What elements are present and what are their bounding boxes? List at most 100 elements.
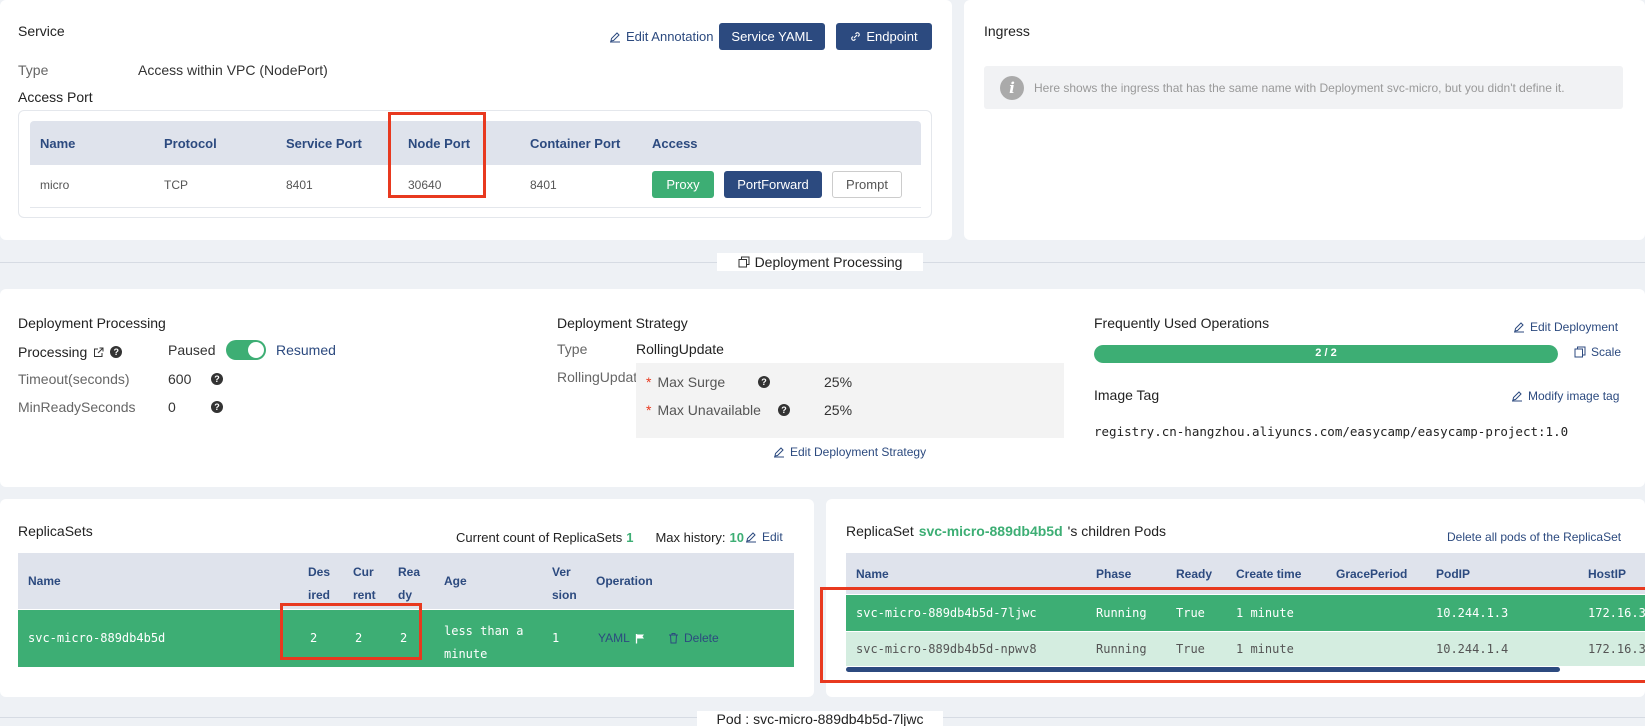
pod-col-name: Name [856, 567, 889, 581]
progress-text: 2 / 2 [1315, 347, 1337, 359]
rs-cell-name: svc-micro-889db4b5d [28, 631, 166, 645]
pause-toggle[interactable] [226, 340, 266, 360]
replicasets-card: ReplicaSets Current count of ReplicaSets… [0, 499, 814, 697]
col-access: Access [652, 136, 698, 151]
endpoint-button[interactable]: Endpoint [836, 23, 932, 50]
external-link-icon[interactable] [93, 347, 104, 358]
minready-value: 0 [168, 399, 176, 415]
rs-col-ready: Rea dy [398, 565, 421, 602]
row-divider [30, 207, 921, 208]
pods-card: ReplicaSet svc-micro-889db4b5d 's childr… [820, 499, 1645, 697]
ingress-card: Ingress i Here shows the ingress that ha… [964, 0, 1645, 240]
proxy-button[interactable]: Proxy [652, 171, 714, 198]
type-label: Type [18, 62, 49, 78]
rs-cell-age: less than a minute [444, 624, 524, 661]
rs-delete-link[interactable]: Delete [668, 631, 719, 645]
strategy-type-label: Type [557, 341, 588, 357]
ingress-info-text: Here shows the ingress that has the same… [1034, 80, 1565, 95]
node-port-highlight [388, 112, 486, 198]
replicasets-summary: Current count of ReplicaSets 1 Max histo… [456, 530, 744, 545]
rs-col-desired: Des ired [308, 565, 331, 602]
help-icon[interactable]: ? [211, 401, 223, 413]
replica-progress: 2 / 2 [1094, 345, 1558, 363]
rs-col-name: Name [28, 574, 61, 588]
edit-strategy-link[interactable]: Edit Deployment Strategy [773, 445, 926, 459]
edit-icon [745, 531, 757, 543]
col-service-port: Service Port [286, 136, 362, 151]
replicasets-title: ReplicaSets [18, 523, 93, 539]
edit-icon [609, 31, 621, 43]
cell-service-port: 8401 [286, 178, 313, 192]
help-icon[interactable]: ? [778, 404, 790, 416]
delete-all-pods-link[interactable]: Delete all pods of the ReplicaSet [1447, 530, 1621, 544]
max-surge-row: * Max Surge [646, 374, 726, 390]
cell-name: micro [40, 178, 70, 192]
copy-icon [738, 256, 750, 268]
service-card: Service Edit Annotation Service YAML End… [0, 0, 952, 240]
pods-highlight [820, 587, 1645, 683]
pods-title: ReplicaSet svc-micro-889db4b5d 's childr… [846, 523, 1167, 539]
timeout-label: Timeout(seconds) [18, 371, 130, 387]
modify-image-link[interactable]: Modify image tag [1511, 389, 1619, 403]
processing-label-row: Processing ? [18, 344, 123, 360]
ingress-title: Ingress [984, 23, 1030, 39]
pod-col-grace-period: GracePeriod [1336, 567, 1408, 581]
pod-col-phase: Phase [1096, 567, 1132, 581]
section-deployment-processing: Deployment Processing [717, 253, 923, 271]
help-icon[interactable]: ? [758, 376, 770, 388]
scale-icon [1574, 346, 1586, 358]
edit-deployment-link[interactable]: Edit Deployment [1513, 320, 1618, 334]
replica-counts-highlight [280, 603, 422, 660]
deployment-card: Deployment Processing Processing ? Pause… [0, 289, 1645, 487]
max-surge-value: 25% [824, 374, 853, 390]
trash-icon [668, 632, 679, 644]
section-pod: Pod : svc-micro-889db4b5d-7ljwc [697, 711, 943, 726]
cell-container-port: 8401 [530, 178, 557, 192]
ingress-info-box: i Here shows the ingress that has the sa… [984, 66, 1623, 109]
col-name: Name [40, 136, 76, 151]
rs-cell-version: 1 [552, 631, 560, 645]
rs-col-version: Ver sion [552, 565, 577, 602]
rs-col-current: Cur rent [353, 565, 376, 602]
paused-label: Paused [168, 342, 216, 358]
rs-yaml-link[interactable]: YAML [598, 631, 645, 645]
pod-col-ready: Ready [1176, 567, 1213, 581]
minready-label: MinReadySeconds [18, 399, 136, 415]
toggle-knob [248, 342, 264, 358]
resumed-label: Resumed [276, 342, 336, 358]
rolling-label: RollingUpdat [557, 369, 637, 385]
prompt-button[interactable]: Prompt [832, 171, 902, 198]
deploy-title: Deployment Processing [18, 315, 166, 331]
col-protocol: Protocol [164, 136, 217, 151]
pod-col-host-ip: HostIP [1588, 567, 1627, 581]
rs-col-age: Age [444, 574, 467, 588]
cell-protocol: TCP [164, 178, 188, 192]
max-unavailable-row: * Max Unavailable [646, 402, 761, 418]
image-tag-value: registry.cn-hangzhou.aliyuncs.com/easyca… [1094, 424, 1569, 439]
type-value: Access within VPC (NodePort) [138, 62, 328, 78]
portforward-button[interactable]: PortForward [724, 171, 822, 198]
help-icon[interactable]: ? [211, 373, 223, 385]
flag-icon [635, 633, 645, 644]
edit-annotation-link[interactable]: Edit Annotation [609, 29, 713, 44]
pod-col-create-time: Create time [1236, 567, 1302, 581]
ops-title: Frequently Used Operations [1094, 315, 1270, 331]
service-yaml-button[interactable]: Service YAML [719, 23, 825, 50]
rs-col-operation: Operation [596, 574, 653, 588]
pod-col-pod-ip: PodIP [1436, 567, 1471, 581]
help-icon[interactable]: ? [110, 346, 123, 358]
max-unavailable-value: 25% [824, 402, 853, 418]
col-container-port: Container Port [530, 136, 621, 151]
strategy-type-value: RollingUpdate [636, 341, 724, 357]
replicasets-edit-link[interactable]: Edit [745, 530, 783, 544]
timeout-value: 600 [168, 371, 192, 387]
image-tag-title: Image Tag [1094, 387, 1160, 403]
strategy-title: Deployment Strategy [557, 315, 688, 331]
edit-icon [1511, 390, 1523, 402]
scale-link[interactable]: Scale [1574, 345, 1621, 359]
info-icon: i [1000, 75, 1024, 100]
link-icon [850, 31, 861, 42]
service-title: Service [18, 23, 65, 39]
edit-icon [1513, 321, 1525, 333]
access-port-label: Access Port [18, 89, 93, 105]
